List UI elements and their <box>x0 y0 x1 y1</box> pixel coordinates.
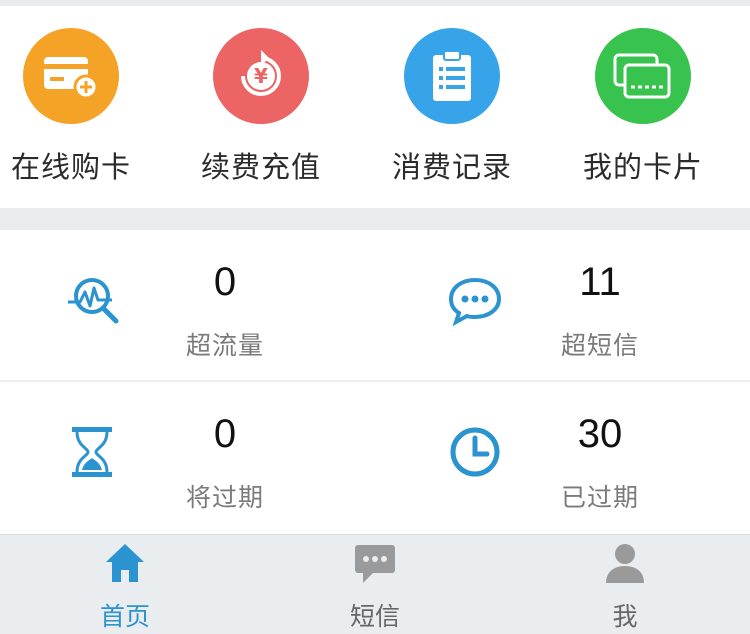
stat-label: 超短信 <box>560 331 639 360</box>
hourglass-icon <box>64 424 120 480</box>
tab-sms[interactable]: 短信 <box>250 535 500 634</box>
stat-over-sms[interactable]: 11 超短信 <box>375 230 750 380</box>
card-add-icon <box>23 28 119 124</box>
stat-label: 将过期 <box>185 483 264 512</box>
svg-text:¥: ¥ <box>254 64 268 88</box>
stat-expiring[interactable]: 0 将过期 <box>0 382 375 532</box>
stat-expired[interactable]: 30 已过期 <box>375 382 750 532</box>
stat-value: 30 <box>577 412 623 456</box>
stat-label: 已过期 <box>560 483 639 512</box>
quick-action-label: 续费充值 <box>200 150 321 184</box>
quick-action-label: 我的卡片 <box>582 150 703 184</box>
consumption-record-button[interactable]: 消费记录 <box>367 28 537 193</box>
clock-icon <box>447 424 503 480</box>
tab-me[interactable]: 我 <box>500 535 750 634</box>
section-divider <box>0 208 750 230</box>
tab-label: 首页 <box>99 602 150 631</box>
stat-label: 超流量 <box>185 331 264 360</box>
quick-action-label: 消费记录 <box>391 150 512 184</box>
bottom-tab-bar: 首页 短信 我 <box>0 534 750 634</box>
tab-label: 我 <box>612 602 638 631</box>
yuan-recharge-icon: ¥ <box>213 28 309 124</box>
traffic-chart-icon <box>66 272 122 328</box>
tab-home[interactable]: 首页 <box>0 535 250 634</box>
message-bubble-icon <box>447 272 503 328</box>
stat-value: 0 <box>213 412 237 456</box>
tab-label: 短信 <box>349 602 400 631</box>
stat-value: 0 <box>213 260 237 304</box>
recharge-button[interactable]: ¥ 续费充值 <box>176 28 346 193</box>
stat-over-traffic[interactable]: 0 超流量 <box>0 230 375 380</box>
stats-panel: 0 超流量 11 超短信 0 将过期 30 已过期 <box>0 230 750 534</box>
my-cards-button[interactable]: 我的卡片 <box>558 28 728 193</box>
clipboard-record-icon <box>404 28 500 124</box>
buy-card-button[interactable]: 在线购卡 <box>0 28 156 193</box>
cards-icon <box>595 28 691 124</box>
user-icon <box>603 541 647 585</box>
stat-value: 11 <box>579 260 621 304</box>
quick-action-label: 在线购卡 <box>10 150 131 184</box>
chat-icon <box>353 541 397 585</box>
quick-actions: 在线购卡 ¥ 续费充值 消费记录 我的卡片 <box>0 6 750 208</box>
home-icon <box>103 541 147 585</box>
